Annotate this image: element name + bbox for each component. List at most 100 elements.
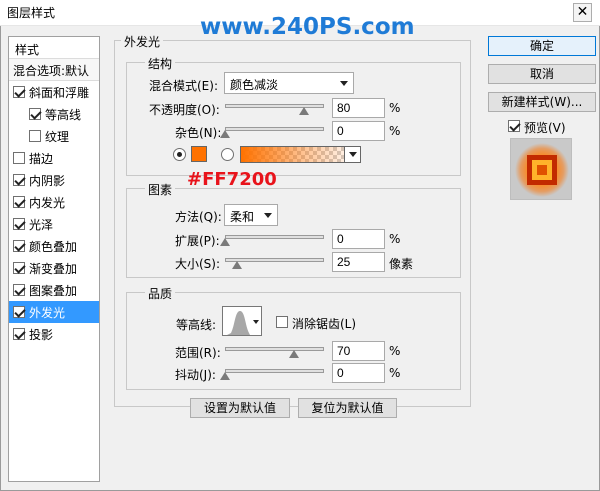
technique-label: 方法(Q): [175, 210, 222, 224]
style-item-checkbox[interactable] [13, 328, 25, 340]
quality-legend: 品质 [145, 285, 176, 302]
range-unit: % [389, 344, 401, 358]
style-item-label: 内发光 [29, 195, 66, 210]
style-item-checkbox[interactable] [13, 152, 25, 164]
opacity-label: 不透明度(O): [149, 103, 220, 117]
elements-legend: 图素 [145, 181, 176, 198]
spread-label: 扩展(P): [175, 234, 220, 248]
style-item-label: 颜色叠加 [29, 239, 78, 254]
style-item-label: 光泽 [29, 217, 54, 232]
style-item[interactable]: 渐变叠加 [9, 257, 99, 279]
style-item-checkbox[interactable] [13, 196, 25, 208]
spread-unit: % [389, 232, 401, 246]
range-input[interactable] [332, 341, 385, 361]
glow-color-swatch[interactable] [191, 146, 207, 162]
size-slider[interactable] [225, 255, 324, 269]
style-item-checkbox[interactable] [13, 306, 25, 318]
blending-options-item[interactable]: 混合选项:默认 [9, 59, 99, 81]
style-item-label: 外发光 [29, 305, 66, 320]
size-unit: 像素 [389, 257, 414, 271]
style-item[interactable]: 图案叠加 [9, 279, 99, 301]
blend-mode-value: 颜色减淡 [230, 78, 279, 92]
style-item-label: 纹理 [45, 129, 70, 144]
color-hex-annotation: #FF7200 [187, 169, 277, 190]
spread-input[interactable] [332, 229, 385, 249]
chevron-down-icon [340, 81, 348, 86]
antialias-checkbox[interactable] [276, 316, 288, 328]
preview-label: 预览(V) [524, 121, 566, 135]
style-item-checkbox[interactable] [13, 262, 25, 274]
style-item-checkbox[interactable] [13, 240, 25, 252]
jitter-slider[interactable] [220, 366, 324, 380]
antialias-label: 消除锯齿(L) [292, 317, 357, 331]
styles-list-header[interactable]: 样式 [9, 37, 99, 59]
jitter-label: 抖动(J): [175, 368, 216, 382]
style-item[interactable]: 内发光 [9, 191, 99, 213]
style-item[interactable]: 颜色叠加 [9, 235, 99, 257]
slider-track [225, 369, 324, 373]
color-radio[interactable] [173, 148, 186, 161]
style-item-label: 斜面和浮雕 [29, 85, 90, 100]
glow-gradient-picker[interactable] [240, 146, 361, 163]
chevron-down-icon[interactable] [344, 147, 360, 162]
reset-default-button[interactable]: 复位为默认值 [298, 398, 397, 418]
style-item[interactable]: 等高线 [9, 103, 99, 125]
panel-title: 外发光 [121, 33, 164, 50]
slider-thumb[interactable] [220, 372, 230, 380]
structure-legend: 结构 [145, 55, 176, 72]
noise-input[interactable] [332, 121, 385, 141]
range-slider[interactable] [225, 344, 324, 358]
make-default-button[interactable]: 设置为默认值 [190, 398, 290, 418]
style-item[interactable]: 纹理 [9, 125, 99, 147]
slider-thumb[interactable] [220, 130, 230, 138]
technique-value: 柔和 [230, 210, 255, 224]
style-item[interactable]: 描边 [9, 147, 99, 169]
style-item-checkbox[interactable] [29, 130, 41, 142]
style-preview-thumbnail [510, 138, 572, 200]
ok-button[interactable]: 确定 [488, 36, 596, 56]
style-item-label: 渐变叠加 [29, 261, 78, 276]
style-item[interactable]: 外发光 [9, 301, 99, 323]
gradient-radio[interactable] [221, 148, 234, 161]
style-item[interactable]: 投影 [9, 323, 99, 345]
style-item-checkbox[interactable] [13, 86, 25, 98]
noise-slider[interactable] [220, 124, 324, 138]
slider-thumb[interactable] [232, 261, 243, 269]
technique-select[interactable]: 柔和 [224, 204, 278, 226]
contour-dropdown[interactable] [252, 306, 262, 336]
blend-mode-label: 混合模式(E): [149, 79, 218, 93]
size-label: 大小(S): [175, 257, 221, 271]
slider-thumb[interactable] [220, 238, 230, 246]
noise-label: 杂色(N): [175, 126, 222, 140]
slider-thumb[interactable] [299, 107, 310, 115]
style-item[interactable]: 斜面和浮雕 [9, 81, 99, 103]
size-input[interactable] [332, 252, 385, 272]
preview-checkbox[interactable] [508, 120, 520, 132]
window-title: 图层样式 [7, 6, 56, 20]
style-item-checkbox[interactable] [29, 108, 41, 120]
style-item-label: 内阴影 [29, 173, 66, 188]
style-item-checkbox[interactable] [13, 174, 25, 186]
chevron-down-icon [253, 320, 259, 324]
slider-track [225, 347, 324, 351]
opacity-slider[interactable] [225, 101, 324, 115]
opacity-input[interactable] [332, 98, 385, 118]
slider-track [225, 235, 324, 239]
noise-unit: % [389, 124, 401, 138]
styles-list: 样式 混合选项:默认 斜面和浮雕等高线纹理描边内阴影内发光光泽颜色叠加渐变叠加图… [8, 36, 100, 482]
style-item-checkbox[interactable] [13, 284, 25, 296]
new-style-button[interactable]: 新建样式(W)... [488, 92, 596, 112]
style-item-label: 图案叠加 [29, 283, 78, 298]
jitter-input[interactable] [332, 363, 385, 383]
slider-thumb[interactable] [289, 350, 300, 358]
glow-preview-image [515, 143, 569, 197]
opacity-unit: % [389, 101, 401, 115]
style-item-checkbox[interactable] [13, 218, 25, 230]
style-item-label: 描边 [29, 151, 54, 166]
spread-slider[interactable] [220, 232, 324, 246]
blend-mode-select[interactable]: 颜色减淡 [224, 72, 354, 94]
style-item[interactable]: 光泽 [9, 213, 99, 235]
style-item[interactable]: 内阴影 [9, 169, 99, 191]
cancel-button[interactable]: 取消 [488, 64, 596, 84]
close-button[interactable]: ✕ [573, 3, 592, 22]
